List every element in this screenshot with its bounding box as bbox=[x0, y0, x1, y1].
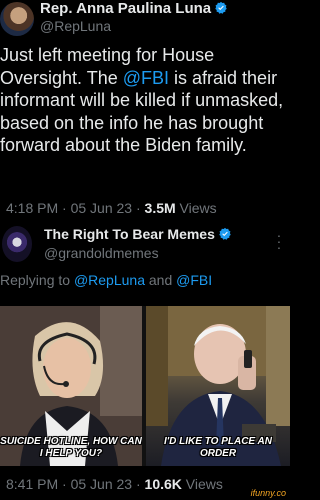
tweet-text: Just left meeting for House Oversight. T… bbox=[0, 45, 284, 156]
avatar[interactable] bbox=[0, 2, 34, 36]
tweet-meta: 4:18 PM · 05 Jun 23 · 3.5M Views bbox=[6, 200, 217, 216]
reply-meta: 8:41 PM · 05 Jun 23 · 10.6K Views bbox=[6, 476, 223, 492]
more-options-icon[interactable]: · · · bbox=[276, 228, 282, 254]
author-handle[interactable]: @RepLuna bbox=[40, 18, 111, 34]
meme-image[interactable]: SUICIDE HOTLINE, HOW CAN I HELP YOU? I'D… bbox=[0, 306, 290, 466]
meme-left-panel: SUICIDE HOTLINE, HOW CAN I HELP YOU? bbox=[0, 306, 142, 466]
mention-link[interactable]: @FBI bbox=[123, 68, 169, 88]
author-name[interactable]: Rep. Anna Paulina Luna bbox=[40, 0, 228, 17]
meme-left-caption: SUICIDE HOTLINE, HOW CAN I HELP YOU? bbox=[0, 436, 142, 459]
verified-badge-icon bbox=[219, 227, 231, 240]
mention-link-repluna[interactable]: @RepLuna bbox=[74, 272, 145, 288]
reply-author-name[interactable]: The Right To Bear Memes bbox=[44, 226, 232, 242]
mention-link-fbi[interactable]: @FBI bbox=[176, 272, 212, 288]
watermark: ifunny.co bbox=[250, 488, 286, 498]
meme-right-panel: I'D LIKE TO PLACE AN ORDER bbox=[146, 306, 290, 466]
verified-badge-icon bbox=[215, 1, 227, 14]
reply-views-count: 10.6K bbox=[144, 476, 182, 492]
reply-author-handle[interactable]: @grandoldmemes bbox=[44, 245, 159, 261]
views-count: 3.5M bbox=[144, 200, 176, 216]
replying-to: Replying to @RepLuna and @FBI bbox=[0, 272, 213, 288]
meme-right-caption: I'D LIKE TO PLACE AN ORDER bbox=[164, 436, 272, 459]
reply-avatar[interactable] bbox=[2, 226, 32, 262]
